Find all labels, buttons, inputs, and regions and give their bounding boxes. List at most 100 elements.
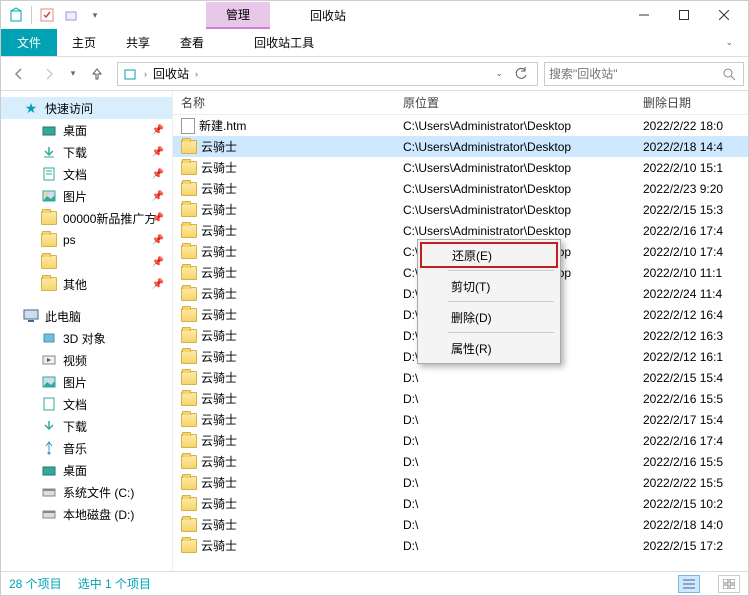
details-view-button[interactable] [678, 575, 700, 593]
file-location: C:\Users\Administrator\Desktop [403, 119, 643, 133]
file-row[interactable]: 云骑士D:\2022/2/22 15:5 [173, 472, 748, 493]
file-row[interactable]: 云骑士C:\Users\Administrator\Desktop2022/2/… [173, 178, 748, 199]
column-date[interactable]: 删除日期 [643, 94, 748, 111]
file-row[interactable]: 云骑士D:\2022/2/15 15:4 [173, 367, 748, 388]
column-location[interactable]: 原位置 [403, 94, 643, 111]
new-folder-icon[interactable] [60, 4, 82, 26]
file-date: 2022/2/22 18:0 [643, 119, 748, 133]
file-row[interactable]: 云骑士D:\2022/2/16 15:5 [173, 451, 748, 472]
file-location: C:\Users\Administrator\Desktop [403, 140, 643, 154]
share-tab[interactable]: 共享 [111, 29, 165, 56]
pin-icon: 📌 [152, 235, 164, 246]
chevron-right-icon[interactable]: › [195, 69, 198, 79]
sidebar-item-label: ps [63, 233, 76, 247]
quick-access-header[interactable]: ★ 快速访问 [1, 97, 172, 119]
sidebar-item[interactable]: 系统文件 (C:) [1, 481, 172, 503]
sidebar-item[interactable]: 00000新品推广方📌 [1, 207, 172, 229]
file-row[interactable]: 云骑士D:\2022/2/16 17:4 [173, 430, 748, 451]
breadcrumb-item[interactable]: 回收站 [153, 65, 189, 82]
file-location: C:\Users\Administrator\Desktop [403, 161, 643, 175]
folder-icon [181, 518, 197, 532]
file-row[interactable]: 云骑士C:\Users\Administrator\Desktop2022/2/… [173, 220, 748, 241]
sidebar-item[interactable]: 图片 [1, 371, 172, 393]
file-name: 云骑士 [201, 453, 237, 470]
context-menu: 还原(E) 剪切(T) 删除(D) 属性(R) [417, 239, 561, 364]
recent-dropdown-icon[interactable]: ▾ [65, 60, 81, 88]
sidebar-item[interactable]: 下载📌 [1, 141, 172, 163]
item-icon [41, 254, 57, 270]
ctx-delete[interactable]: 删除(D) [420, 304, 558, 330]
file-date: 2022/2/15 10:2 [643, 497, 748, 511]
qat-dropdown-icon[interactable]: ▾ [84, 4, 106, 26]
recycle-bin-icon [122, 66, 138, 82]
file-name: 云骑士 [201, 516, 237, 533]
file-row[interactable]: 云骑士D:\2022/2/15 10:2 [173, 493, 748, 514]
icons-view-button[interactable] [718, 575, 740, 593]
title-bar: ▾ 管理 回收站 [1, 1, 748, 29]
home-tab[interactable]: 主页 [57, 29, 111, 56]
sidebar-item[interactable]: 视频 [1, 349, 172, 371]
star-icon: ★ [23, 100, 39, 116]
folder-icon [181, 413, 197, 427]
sidebar-item[interactable]: 音乐 [1, 437, 172, 459]
file-row[interactable]: 云骑士C:\Users\Administrator\Desktop2022/2/… [173, 199, 748, 220]
address-bar[interactable]: › 回收站 › ⌄ [117, 62, 538, 86]
back-button[interactable] [5, 60, 33, 88]
file-row[interactable]: 新建.htmC:\Users\Administrator\Desktop2022… [173, 115, 748, 136]
sidebar-item[interactable]: 3D 对象 [1, 327, 172, 349]
search-input[interactable] [549, 67, 719, 81]
forward-button[interactable] [35, 60, 63, 88]
column-name[interactable]: 名称 [173, 94, 403, 111]
search-icon[interactable] [719, 67, 739, 81]
close-button[interactable] [704, 1, 744, 29]
refresh-button[interactable] [509, 63, 533, 85]
minimize-button[interactable] [624, 1, 664, 29]
sidebar-item[interactable]: 图片📌 [1, 185, 172, 207]
sidebar-item[interactable]: 本地磁盘 (D:) [1, 503, 172, 525]
file-name: 云骑士 [201, 306, 237, 323]
file-location: D:\ [403, 539, 643, 553]
file-name: 云骑士 [201, 474, 237, 491]
ctx-cut[interactable]: 剪切(T) [420, 273, 558, 299]
sidebar-item[interactable]: 其他📌 [1, 273, 172, 295]
sidebar-item[interactable]: 📌 [1, 251, 172, 273]
properties-icon[interactable] [36, 4, 58, 26]
contextual-tab-manage[interactable]: 管理 [206, 2, 270, 29]
recycle-tools-tab[interactable]: 回收站工具 [239, 29, 329, 56]
file-row[interactable]: 云骑士C:\Users\Administrator\Desktop2022/2/… [173, 157, 748, 178]
chevron-right-icon[interactable]: › [144, 69, 147, 79]
sidebar-item[interactable]: 桌面 [1, 459, 172, 481]
file-name: 云骑士 [201, 159, 237, 176]
sidebar-item[interactable]: 文档📌 [1, 163, 172, 185]
window-controls [624, 1, 744, 29]
file-date: 2022/2/16 17:4 [643, 224, 748, 238]
file-date: 2022/2/10 17:4 [643, 245, 748, 259]
search-box[interactable] [544, 62, 744, 86]
file-list-pane: 名称 原位置 删除日期 新建.htmC:\Users\Administrator… [173, 91, 748, 571]
item-icon [41, 210, 57, 226]
up-button[interactable] [83, 60, 111, 88]
sidebar-item[interactable]: 桌面📌 [1, 119, 172, 141]
this-pc-header[interactable]: 此电脑 [1, 305, 172, 327]
folder-icon [181, 224, 197, 238]
file-name: 云骑士 [201, 369, 237, 386]
file-row[interactable]: 云骑士D:\2022/2/17 15:4 [173, 409, 748, 430]
file-row[interactable]: 云骑士D:\2022/2/18 14:0 [173, 514, 748, 535]
maximize-button[interactable] [664, 1, 704, 29]
file-tab[interactable]: 文件 [1, 29, 57, 56]
recycle-bin-icon[interactable] [5, 4, 27, 26]
sidebar-item-label: 桌面 [63, 462, 87, 479]
address-dropdown-icon[interactable]: ⌄ [495, 68, 503, 79]
ctx-properties[interactable]: 属性(R) [420, 335, 558, 361]
sidebar-item[interactable]: 文档 [1, 393, 172, 415]
ctx-restore[interactable]: 还原(E) [420, 242, 558, 268]
sidebar-item[interactable]: 下载 [1, 415, 172, 437]
sidebar-item[interactable]: ps 📌 [1, 229, 172, 251]
file-row[interactable]: 云骑士D:\2022/2/15 17:2 [173, 535, 748, 556]
item-icon [41, 276, 57, 292]
file-row[interactable]: 云骑士C:\Users\Administrator\Desktop2022/2/… [173, 136, 748, 157]
pc-icon [23, 308, 39, 324]
file-row[interactable]: 云骑士D:\2022/2/16 15:5 [173, 388, 748, 409]
view-tab[interactable]: 查看 [165, 29, 219, 56]
ribbon-expand-icon[interactable]: ⌄ [710, 29, 748, 56]
